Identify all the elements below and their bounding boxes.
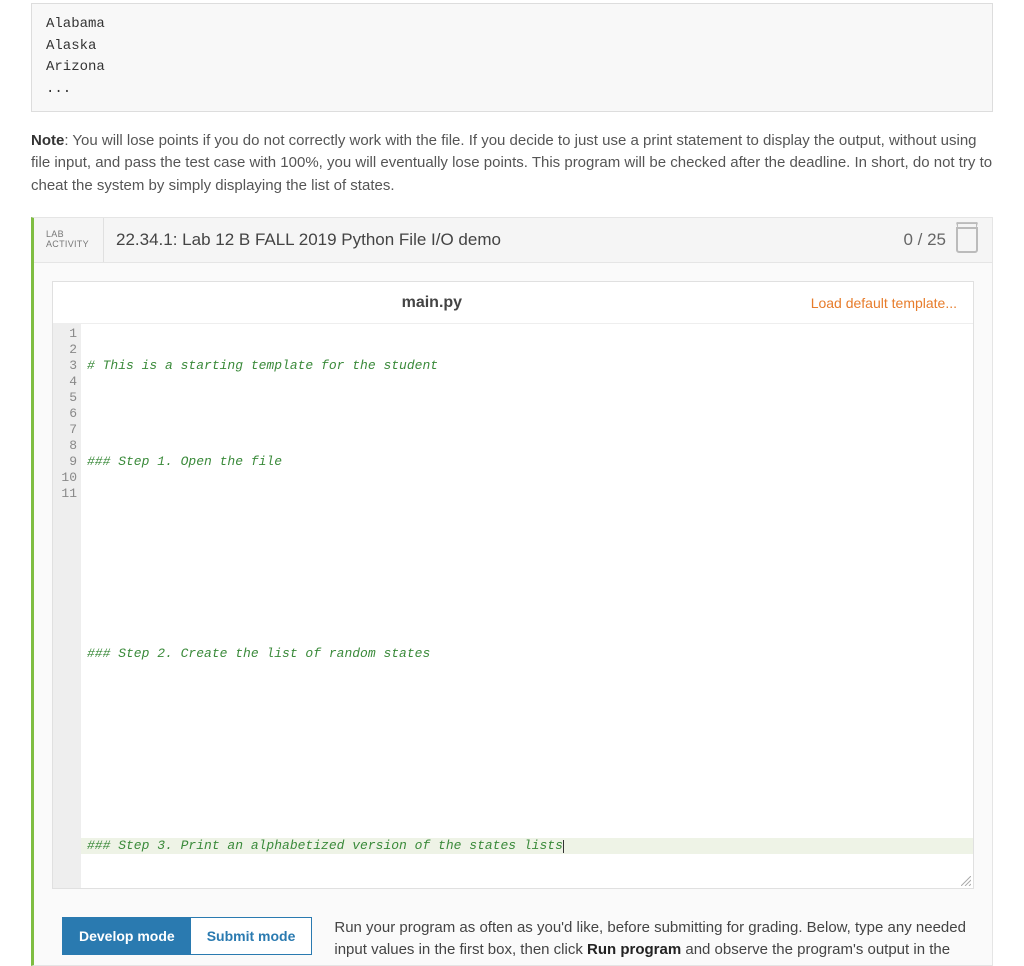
note-label: Note — [31, 132, 64, 149]
line-number: 7 — [53, 422, 77, 438]
code-line: ### Step 2. Create the list of random st… — [87, 646, 430, 661]
example-line: Alabama — [46, 14, 978, 36]
code-line: ### Step 1. Open the file — [87, 454, 282, 469]
line-number: 6 — [53, 406, 77, 422]
bookmark-icon[interactable] — [956, 227, 978, 253]
text-cursor — [563, 840, 564, 853]
code-line: ### Step 3. Print an alphabetized versio… — [87, 838, 563, 853]
load-default-template-link[interactable]: Load default template... — [811, 295, 973, 311]
mode-row: Develop mode Submit mode Run your progra… — [52, 889, 974, 965]
line-number: 1 — [53, 326, 77, 342]
file-tab[interactable]: main.py — [402, 294, 462, 312]
lab-score: 0 / 25 — [893, 230, 956, 250]
note-paragraph: Note: You will lose points if you do not… — [31, 130, 993, 198]
code-area[interactable]: 1 2 3 4 5 6 7 8 9 10 11 # This is a star… — [53, 324, 973, 888]
lab-header: LAB ACTIVITY 22.34.1: Lab 12 B FALL 2019… — [34, 218, 992, 263]
code-lines[interactable]: # This is a starting template for the st… — [81, 324, 973, 888]
mode-tabs: Develop mode Submit mode — [62, 917, 312, 955]
example-line: Arizona — [46, 57, 978, 79]
line-number: 10 — [53, 470, 77, 486]
submit-mode-tab[interactable]: Submit mode — [191, 918, 312, 954]
line-number: 3 — [53, 358, 77, 374]
example-line: ... — [46, 79, 978, 101]
line-gutter: 1 2 3 4 5 6 7 8 9 10 11 — [53, 324, 81, 888]
lab-activity-container: LAB ACTIVITY 22.34.1: Lab 12 B FALL 2019… — [31, 217, 993, 965]
line-number: 9 — [53, 454, 77, 470]
code-line: # This is a starting template for the st… — [87, 358, 438, 373]
example-output-box: Alabama Alaska Arizona ... — [31, 3, 993, 112]
mode-desc-after: and observe the program's output in the — [681, 941, 950, 958]
resize-grip-icon[interactable] — [961, 876, 971, 886]
lab-badge: LAB ACTIVITY — [34, 218, 104, 262]
code-editor: main.py Load default template... 1 2 3 4… — [52, 281, 974, 889]
line-number: 11 — [53, 486, 77, 502]
example-line: Alaska — [46, 36, 978, 58]
line-number: 8 — [53, 438, 77, 454]
mode-desc-bold: Run program — [587, 941, 681, 958]
line-number: 4 — [53, 374, 77, 390]
develop-mode-tab[interactable]: Develop mode — [63, 918, 191, 954]
lab-body: main.py Load default template... 1 2 3 4… — [34, 263, 992, 965]
lab-badge-line2: ACTIVITY — [46, 240, 103, 250]
editor-tabs: main.py Load default template... — [53, 282, 973, 324]
note-text: : You will lose points if you do not cor… — [31, 132, 992, 194]
line-number: 2 — [53, 342, 77, 358]
lab-title: 22.34.1: Lab 12 B FALL 2019 Python File … — [104, 230, 893, 250]
mode-description: Run your program as often as you'd like,… — [334, 917, 974, 961]
line-number: 5 — [53, 390, 77, 406]
